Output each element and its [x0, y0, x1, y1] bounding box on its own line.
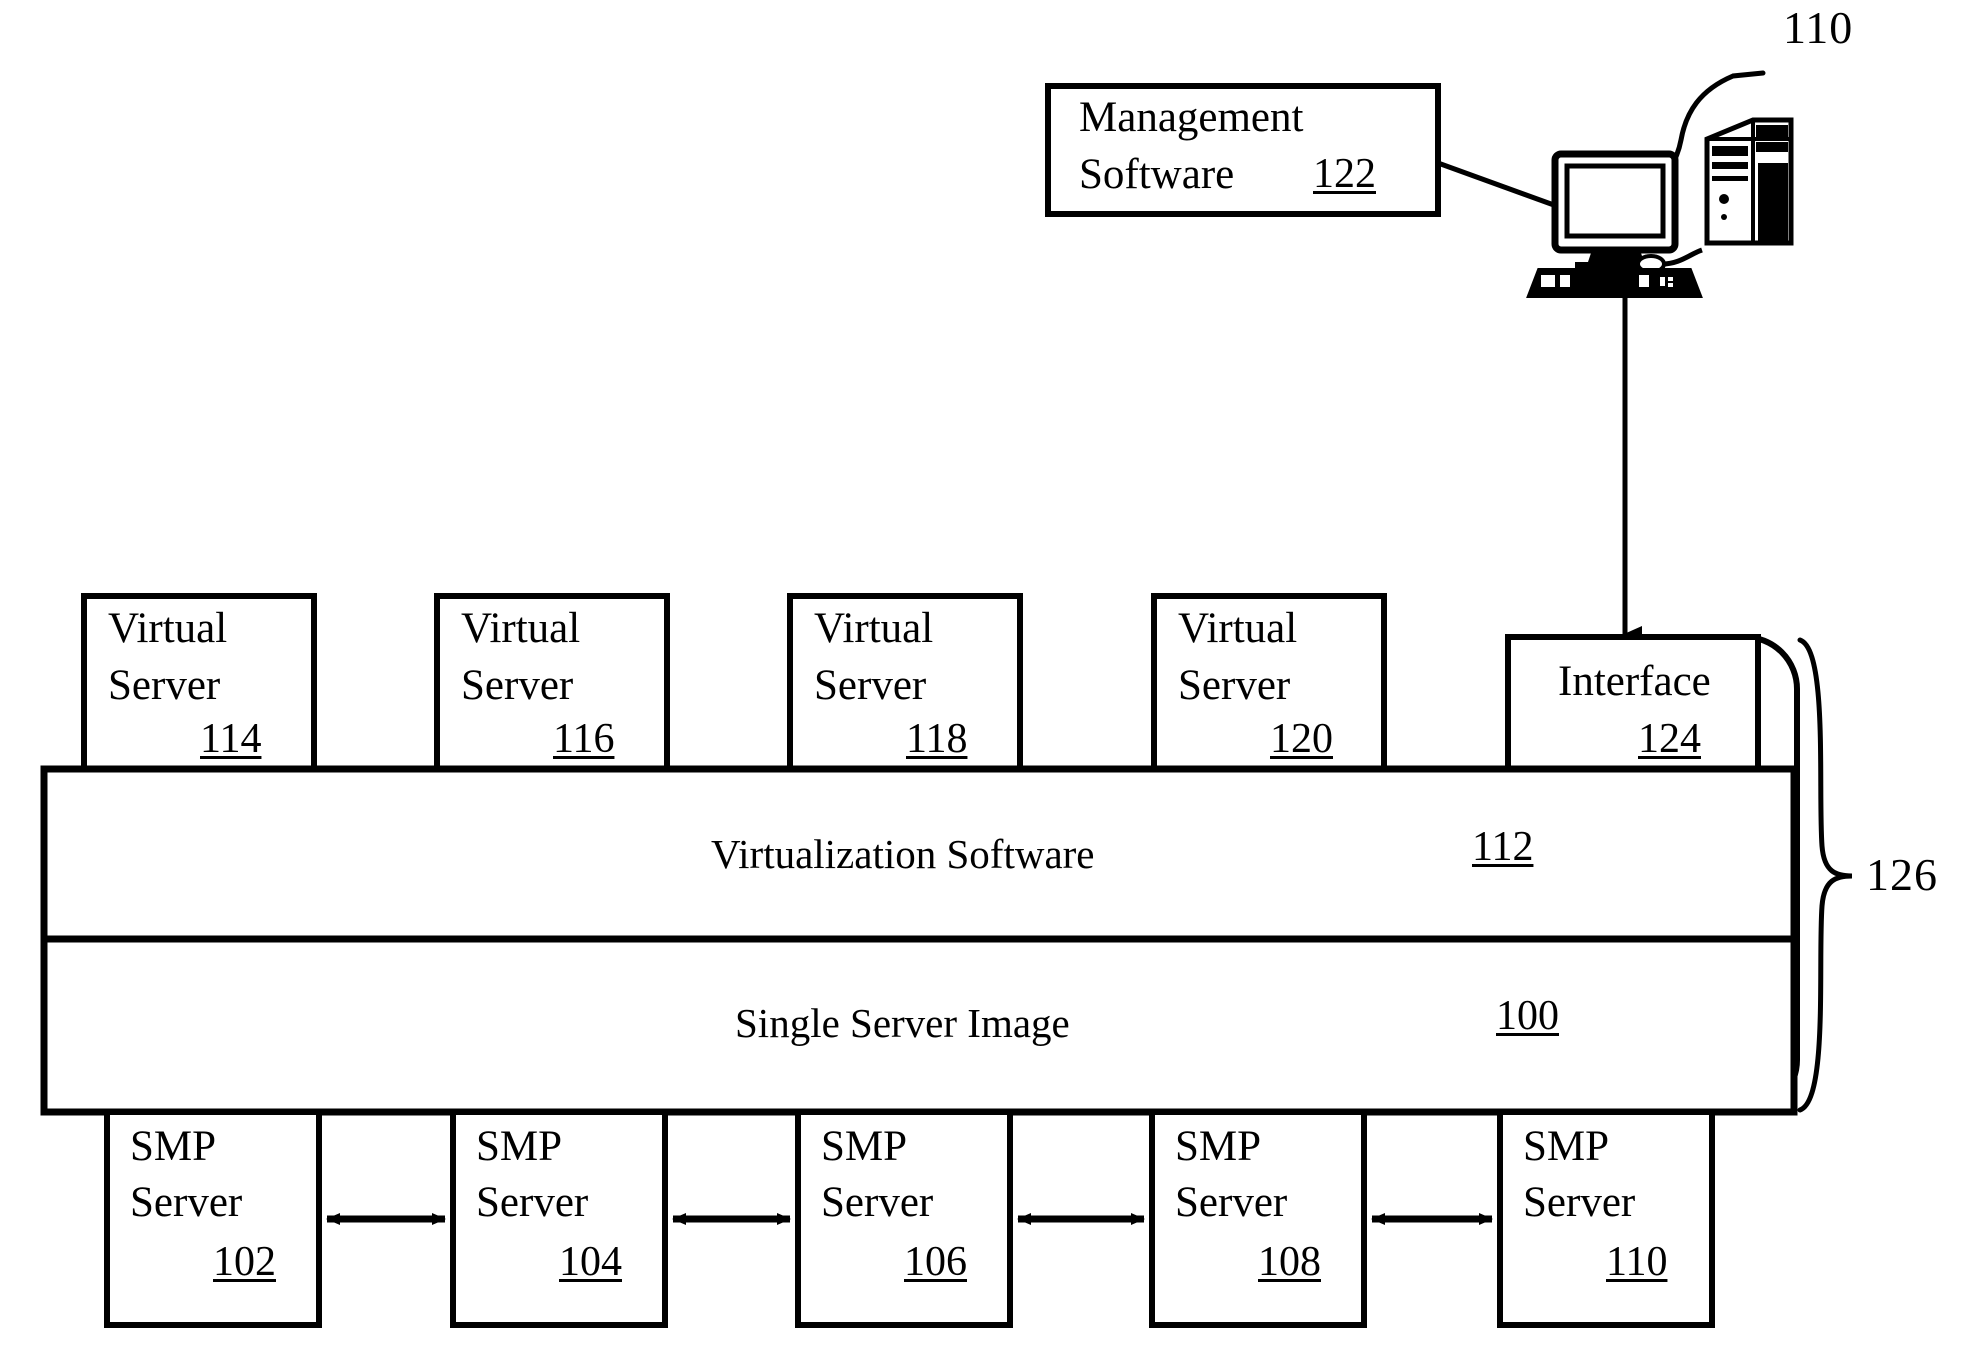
management-software-line2: Software — [1079, 151, 1235, 198]
smp-server-102-ref: 102 — [213, 1239, 276, 1285]
smp-server-108-ref: 108 — [1258, 1239, 1321, 1285]
smp-server-102-line1: SMP — [130, 1123, 217, 1170]
bracket-126 — [1797, 637, 1853, 1113]
smp-server-102-line2: Server — [130, 1179, 243, 1226]
virtual-server-118-line2: Server — [814, 662, 927, 709]
virtual-server-116-line1: Virtual — [461, 605, 581, 652]
management-software-ref: 122 — [1313, 151, 1376, 197]
smp-server-110-line2: Server — [1523, 1179, 1636, 1226]
computer-workstation-illustration — [1526, 117, 1794, 298]
interface-ref: 124 — [1638, 716, 1701, 762]
virtual-server-120-line2: Server — [1178, 662, 1291, 709]
virtualization-software-label: Virtualization Software — [711, 831, 1095, 877]
virtualization-software-ref: 112 — [1472, 824, 1534, 870]
virtual-server-118-ref: 118 — [906, 716, 968, 762]
keyboard-icon — [1526, 268, 1703, 298]
smp-server-104-line1: SMP — [476, 1123, 563, 1170]
virtual-server-114-line2: Server — [108, 662, 221, 709]
smp-server-106-ref: 106 — [904, 1239, 967, 1285]
smp-server-104-ref: 104 — [559, 1239, 622, 1285]
figure-ref-110: 110 — [1783, 2, 1854, 53]
smp-server-106-line1: SMP — [821, 1123, 908, 1170]
smp-server-106-line2: Server — [821, 1179, 934, 1226]
virtual-server-120-line1: Virtual — [1178, 605, 1298, 652]
virtual-server-116-ref: 116 — [553, 716, 615, 762]
virtual-server-118-line1: Virtual — [814, 605, 934, 652]
interface-label: Interface — [1558, 658, 1711, 705]
figure-canvas: 110 Management Software 122 Virtual Serv… — [0, 0, 1976, 1362]
monitor-icon — [1551, 150, 1679, 271]
virtual-server-114-ref: 114 — [200, 716, 262, 762]
single-server-image-ref: 100 — [1496, 993, 1559, 1039]
single-server-image-label: Single Server Image — [735, 1000, 1070, 1046]
smp-server-108-line1: SMP — [1175, 1123, 1262, 1170]
smp-server-108-line2: Server — [1175, 1179, 1288, 1226]
smp-server-104-line2: Server — [476, 1179, 589, 1226]
smp-server-110-ref: 110 — [1606, 1239, 1668, 1285]
tower-case-icon — [1704, 117, 1794, 246]
smp-server-110-line1: SMP — [1523, 1123, 1610, 1170]
virtual-server-116-line2: Server — [461, 662, 574, 709]
virtual-server-114-line1: Virtual — [108, 605, 228, 652]
management-software-line1: Management — [1079, 94, 1304, 141]
virtual-server-120-ref: 120 — [1270, 716, 1333, 762]
figure-ref-126: 126 — [1866, 849, 1938, 900]
